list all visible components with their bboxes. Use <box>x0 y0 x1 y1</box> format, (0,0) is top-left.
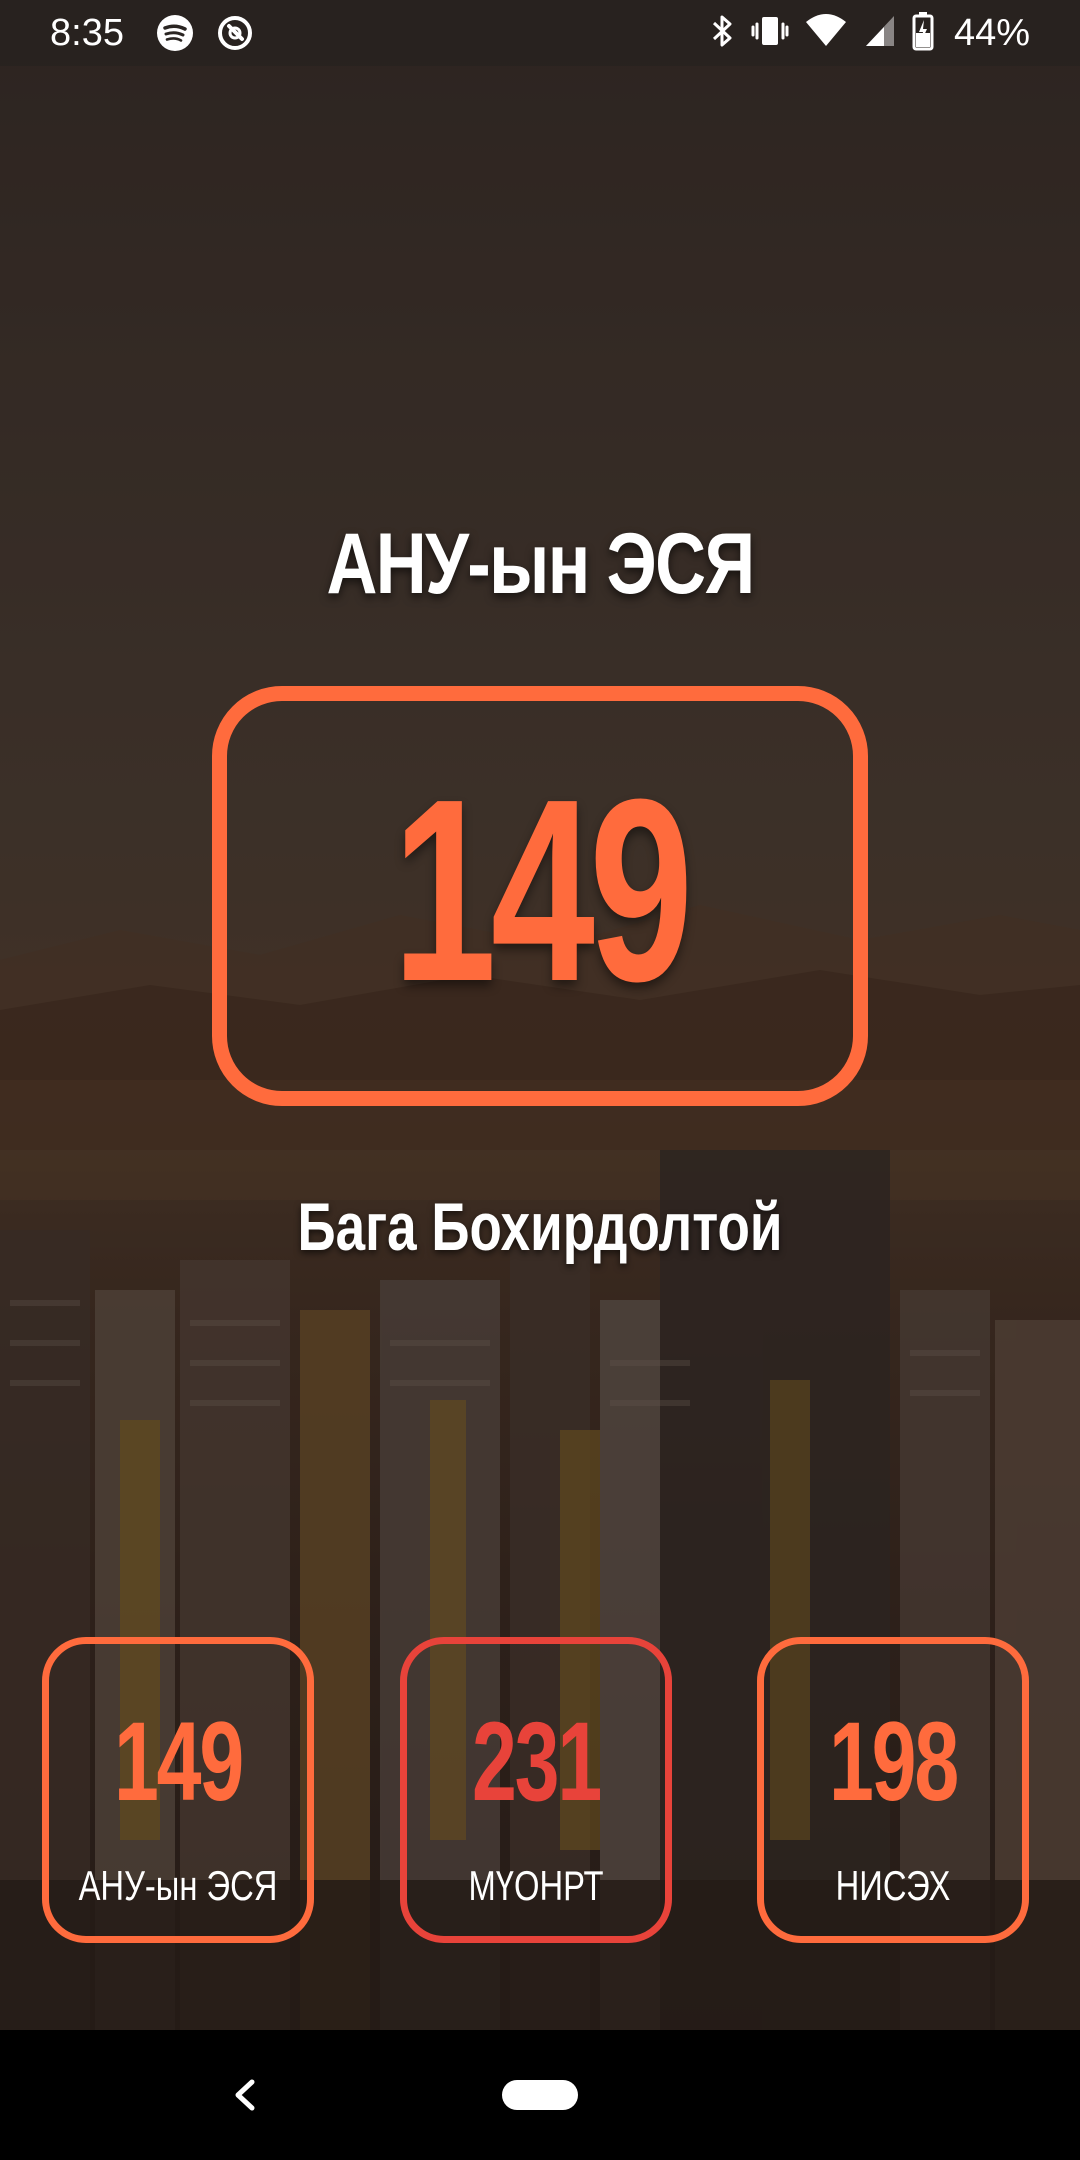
cellular-signal-icon <box>862 12 898 55</box>
app-screen: 8:35 44% АНУ-ын ЭСЯ 149 Бага Бохирдолтой… <box>0 0 1080 2160</box>
aqi-main-value: 149 <box>392 746 693 1036</box>
station-label: АНУ-ын ЭСЯ <box>78 1862 278 1909</box>
battery-percent: 44% <box>953 11 1030 54</box>
status-bar: 8:35 44% <box>0 0 1080 66</box>
app-notification-icon <box>216 14 254 52</box>
status-icons-group: 44% <box>710 10 1030 56</box>
station-card-mnb[interactable]: 231 МҮОНРТ <box>400 1637 672 1943</box>
status-time: 8:35 <box>50 12 124 54</box>
back-icon[interactable] <box>216 2060 276 2130</box>
spotify-icon <box>156 14 194 52</box>
pollution-status-text: Бага Бохирдолтой <box>297 1189 783 1265</box>
station-card-us-embassy[interactable]: 149 АНУ-ын ЭСЯ <box>42 1637 314 1943</box>
home-pill-icon[interactable] <box>502 2080 578 2110</box>
system-navigation-bar <box>0 2030 1080 2160</box>
station-value: 231 <box>471 1699 602 1824</box>
station-value: 198 <box>828 1699 959 1824</box>
station-title: АНУ-ын ЭСЯ <box>326 516 755 612</box>
station-value: 149 <box>113 1699 244 1824</box>
battery-charging-icon <box>912 11 934 56</box>
vibrate-icon <box>750 12 790 55</box>
wifi-icon <box>804 12 848 55</box>
station-card-airport[interactable]: 198 НИСЭХ <box>757 1637 1029 1943</box>
bluetooth-icon <box>710 12 736 55</box>
aqi-main-card: 149 <box>212 686 868 1106</box>
station-label: НИСЭХ <box>835 1862 951 1909</box>
station-label: МҮОНРТ <box>468 1862 604 1909</box>
